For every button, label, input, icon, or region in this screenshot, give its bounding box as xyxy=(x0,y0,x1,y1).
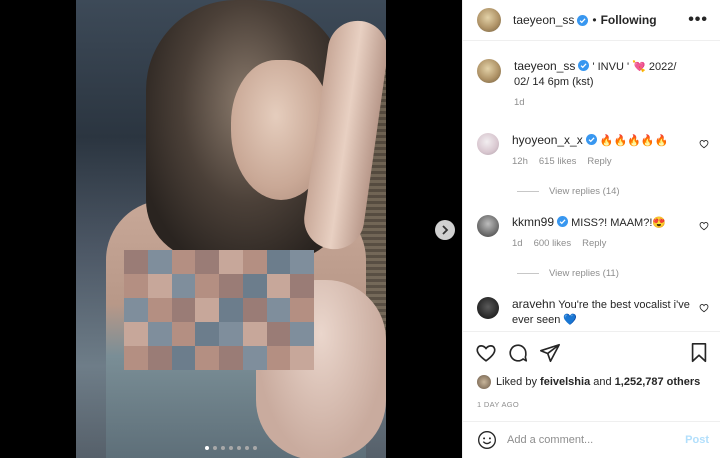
post-side-panel: taeyeon_ss • Following ••• taeyeon_ss ' … xyxy=(462,0,720,458)
post-author-username[interactable]: taeyeon_ss xyxy=(513,13,574,27)
chevron-right-icon xyxy=(442,225,449,235)
avatar[interactable] xyxy=(477,133,499,155)
avatar[interactable] xyxy=(477,215,499,237)
comment-text: MISS?! MAAM?!😍 xyxy=(571,217,667,229)
carousel-dot xyxy=(237,446,241,450)
reply-button[interactable]: Reply xyxy=(582,236,606,251)
following-button[interactable]: Following xyxy=(601,13,657,27)
carousel-dot xyxy=(205,446,209,450)
post-timestamp[interactable]: 1 DAY AGO xyxy=(477,400,519,409)
avatar[interactable] xyxy=(477,59,501,83)
post-photo[interactable] xyxy=(76,0,386,458)
avatar[interactable] xyxy=(477,8,501,32)
carousel-dot xyxy=(253,446,257,450)
heart-icon[interactable] xyxy=(475,342,497,364)
comment-age: 1d xyxy=(512,238,523,249)
comment-age: 12h xyxy=(512,156,528,167)
caption: taeyeon_ss ' INVU ' 💘 2022/ 02/ 14 6pm (… xyxy=(477,59,709,110)
avatar[interactable] xyxy=(477,297,499,319)
comment-input[interactable]: Add a comment... xyxy=(507,434,685,446)
view-replies-label[interactable]: View replies (14) xyxy=(549,186,620,197)
reply-line xyxy=(517,273,539,274)
likes-prefix: Liked by xyxy=(496,376,537,388)
verified-icon xyxy=(557,216,569,227)
view-replies-label[interactable]: View replies (11) xyxy=(549,268,619,279)
avatar[interactable] xyxy=(477,375,491,389)
carousel-dot xyxy=(213,446,217,450)
comment-username[interactable]: hyoyeon_x_x xyxy=(512,133,583,147)
comment-text: 🔥🔥🔥🔥🔥 xyxy=(599,135,669,147)
separator: • xyxy=(592,13,597,27)
likes-and: and xyxy=(593,376,612,388)
comment-username[interactable]: aravehn xyxy=(512,297,555,311)
verified-icon xyxy=(577,14,589,26)
carousel-dots xyxy=(205,446,257,450)
reply-button[interactable]: Reply xyxy=(587,154,611,169)
post-button[interactable]: Post xyxy=(685,434,709,446)
heart-icon[interactable] xyxy=(699,303,709,313)
post-actions: Liked by feivelshia and 1,252,787 others… xyxy=(463,331,720,421)
post-header: taeyeon_ss • Following ••• xyxy=(463,0,720,41)
view-replies[interactable]: View replies (11) xyxy=(517,268,619,279)
comment: aravehn You're the best vocalist i've ev… xyxy=(477,297,709,328)
carousel-next-button[interactable] xyxy=(435,220,455,240)
likes-summary: Liked by feivelshia and 1,252,787 others xyxy=(477,375,700,389)
comment-likes[interactable]: 615 likes xyxy=(539,154,577,169)
comment-icon[interactable] xyxy=(507,342,529,364)
caption-age: 1d xyxy=(514,97,525,108)
heart-icon[interactable] xyxy=(699,221,709,231)
caption-username[interactable]: taeyeon_ss xyxy=(514,59,575,73)
heart-icon[interactable] xyxy=(699,139,709,149)
add-comment-bar: Add a comment... Post xyxy=(463,421,720,458)
bookmark-icon[interactable] xyxy=(689,342,709,364)
carousel-dot xyxy=(221,446,225,450)
media-pane xyxy=(0,0,462,458)
comment: hyoyeon_x_x 🔥🔥🔥🔥🔥 12h 615 likes Reply xyxy=(477,133,709,169)
carousel-dot xyxy=(245,446,249,450)
comments-list[interactable]: taeyeon_ss ' INVU ' 💘 2022/ 02/ 14 6pm (… xyxy=(463,41,720,331)
more-icon[interactable]: ••• xyxy=(688,11,708,29)
liked-by-user[interactable]: feivelshia xyxy=(540,376,590,388)
verified-icon xyxy=(578,60,590,71)
emoji-icon[interactable] xyxy=(477,430,497,450)
share-icon[interactable] xyxy=(539,342,561,364)
comment: kkmn99 MISS?! MAAM?!😍 1d 600 likes Reply xyxy=(477,215,709,251)
comment-likes[interactable]: 600 likes xyxy=(534,236,572,251)
comment-username[interactable]: kkmn99 xyxy=(512,215,554,229)
carousel-dot xyxy=(229,446,233,450)
likes-count[interactable]: 1,252,787 others xyxy=(615,376,701,388)
censor-mosaic xyxy=(124,250,314,370)
view-replies[interactable]: View replies (14) xyxy=(517,186,620,197)
verified-icon xyxy=(585,134,597,145)
reply-line xyxy=(517,191,539,192)
